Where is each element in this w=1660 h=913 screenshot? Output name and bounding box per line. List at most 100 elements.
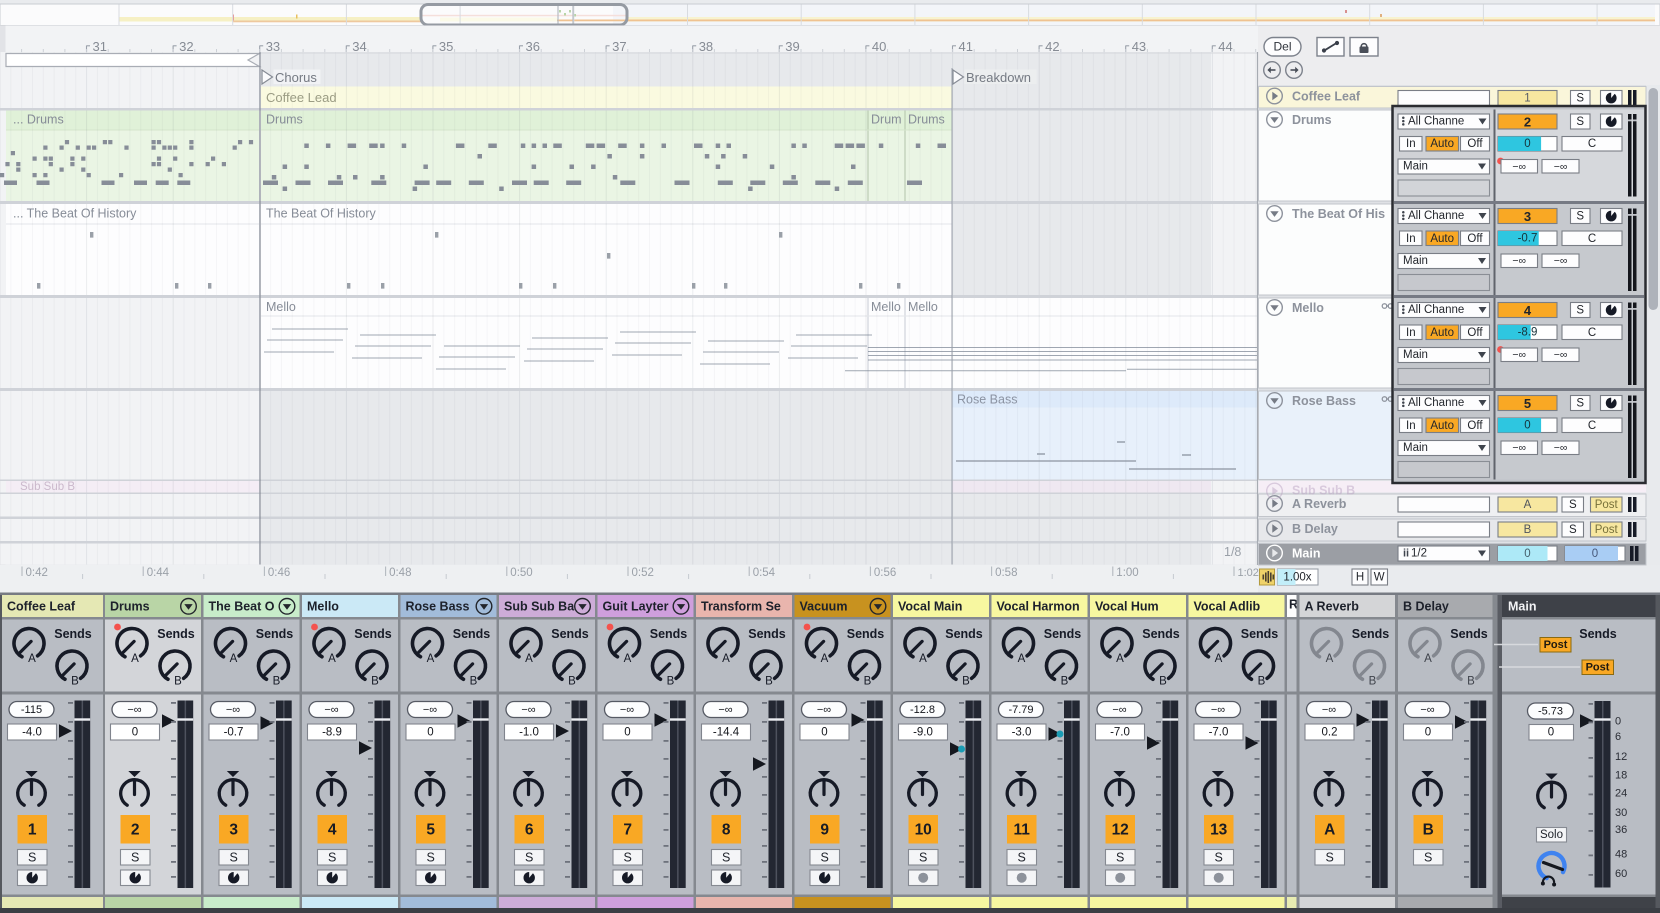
svg-text:S: S [821, 851, 829, 865]
svg-text:Vacuum: Vacuum [800, 600, 848, 614]
svg-text:1.00x: 1.00x [1283, 572, 1311, 584]
svg-text:Sub Sub B: Sub Sub B [1292, 484, 1355, 498]
svg-text:0: 0 [1592, 548, 1598, 560]
svg-text:Sends: Sends [1241, 627, 1279, 641]
svg-text:39: 39 [785, 39, 799, 54]
svg-text:-4.0: -4.0 [22, 726, 42, 738]
svg-text:30: 30 [1615, 807, 1627, 819]
svg-text:Guit Layter: Guit Layter [603, 600, 669, 614]
svg-text:B: B [1467, 676, 1475, 688]
svg-text:Solo: Solo [1540, 829, 1563, 841]
svg-text:In: In [1406, 233, 1416, 245]
svg-text:Sends: Sends [453, 627, 491, 641]
svg-text:5: 5 [1524, 396, 1531, 411]
svg-text:−∞: −∞ [1112, 704, 1126, 716]
svg-text:All Channe: All Channe [1408, 116, 1464, 128]
svg-text:S: S [427, 851, 435, 865]
svg-text:13: 13 [1210, 821, 1228, 838]
svg-text:... The Beat Of History: ... The Beat Of History [13, 207, 137, 221]
svg-text:A: A [525, 653, 533, 665]
svg-text:Sends: Sends [157, 627, 195, 641]
svg-text:Drums: Drums [1292, 113, 1332, 127]
svg-text:-115: -115 [21, 704, 42, 716]
svg-text:B: B [273, 676, 281, 688]
svg-text:C: C [1588, 327, 1596, 339]
svg-text:C: C [1588, 420, 1596, 432]
svg-text:−∞: −∞ [817, 704, 831, 716]
svg-text:Sends: Sends [945, 627, 983, 641]
svg-text:0: 0 [821, 726, 827, 738]
svg-text:8: 8 [722, 821, 731, 838]
svg-text:0.2: 0.2 [1322, 726, 1338, 738]
svg-text:Transform Se: Transform Se [701, 600, 781, 614]
svg-text:Sends: Sends [551, 627, 589, 641]
svg-text:B: B [71, 676, 79, 688]
svg-text:41: 41 [959, 39, 973, 54]
svg-text:B: B [568, 676, 576, 688]
svg-text:0:44: 0:44 [147, 567, 170, 579]
svg-text:−∞: −∞ [521, 704, 535, 716]
svg-text:Off: Off [1467, 420, 1483, 432]
svg-text:-0.7: -0.7 [224, 726, 244, 738]
svg-text:0:46: 0:46 [268, 567, 290, 579]
svg-text:−∞: −∞ [620, 704, 634, 716]
svg-text:0:42: 0:42 [26, 567, 48, 579]
svg-text:A: A [1326, 653, 1334, 665]
svg-text:A: A [919, 653, 927, 665]
svg-text:Off: Off [1467, 138, 1483, 150]
svg-text:-3.0: -3.0 [1012, 726, 1032, 738]
svg-text:Mello: Mello [266, 300, 296, 314]
svg-text:... Drums: ... Drums [13, 113, 64, 127]
svg-text:Off: Off [1467, 327, 1483, 339]
svg-text:-8.9: -8.9 [322, 726, 342, 738]
svg-text:1/2: 1/2 [1411, 548, 1427, 560]
svg-text:Main: Main [1508, 600, 1536, 614]
svg-text:-12.8: -12.8 [910, 704, 935, 716]
svg-text:A: A [1215, 653, 1223, 665]
svg-text:0:54: 0:54 [753, 567, 776, 579]
svg-text:B: B [470, 676, 478, 688]
svg-text:A: A [1116, 653, 1124, 665]
svg-text:1/8: 1/8 [1224, 545, 1241, 559]
svg-text:S: S [230, 851, 238, 865]
svg-text:2: 2 [131, 821, 140, 838]
svg-text:Main: Main [1403, 255, 1428, 267]
svg-text:Rose Bass: Rose Bass [406, 600, 470, 614]
svg-text:31: 31 [93, 39, 107, 54]
svg-text:−∞: −∞ [226, 704, 240, 716]
svg-text:-5.73: -5.73 [1538, 705, 1563, 717]
svg-text:Vocal Adlib: Vocal Adlib [1194, 600, 1261, 614]
svg-text:-0.7: -0.7 [1518, 233, 1538, 245]
svg-text:The Beat O: The Beat O [209, 600, 275, 614]
svg-text:Sends: Sends [1142, 627, 1180, 641]
svg-text:12: 12 [1615, 751, 1627, 763]
svg-text:6: 6 [525, 821, 534, 838]
svg-text:Auto: Auto [1430, 327, 1454, 339]
svg-text:S: S [1576, 305, 1584, 317]
svg-text:Post: Post [1544, 639, 1568, 651]
svg-text:Sends: Sends [1044, 627, 1082, 641]
svg-text:−∞: −∞ [1211, 704, 1225, 716]
svg-text:34: 34 [352, 39, 366, 54]
svg-text:S: S [1576, 116, 1584, 128]
svg-text:A: A [1524, 499, 1532, 511]
svg-text:48: 48 [1615, 849, 1627, 861]
svg-text:Off: Off [1467, 233, 1483, 245]
svg-text:0:48: 0:48 [389, 567, 411, 579]
svg-text:0: 0 [132, 726, 138, 738]
svg-text:Coffee Leaf: Coffee Leaf [7, 600, 76, 614]
svg-text:37: 37 [612, 39, 626, 54]
svg-text:Rose Bass: Rose Bass [1292, 394, 1356, 408]
svg-text:C: C [1588, 138, 1596, 150]
svg-text:36: 36 [1615, 824, 1627, 836]
svg-text:In: In [1406, 420, 1416, 432]
svg-text:3: 3 [1524, 209, 1531, 224]
svg-text:A: A [1324, 821, 1335, 838]
svg-text:Vocal Harmon: Vocal Harmon [997, 600, 1080, 614]
svg-text:0:50: 0:50 [510, 567, 532, 579]
svg-text:-7.0: -7.0 [1110, 726, 1130, 738]
svg-text:40: 40 [872, 39, 886, 54]
svg-text:B: B [1061, 676, 1069, 688]
svg-text:S: S [328, 851, 336, 865]
svg-text:−∞: −∞ [1554, 161, 1568, 173]
